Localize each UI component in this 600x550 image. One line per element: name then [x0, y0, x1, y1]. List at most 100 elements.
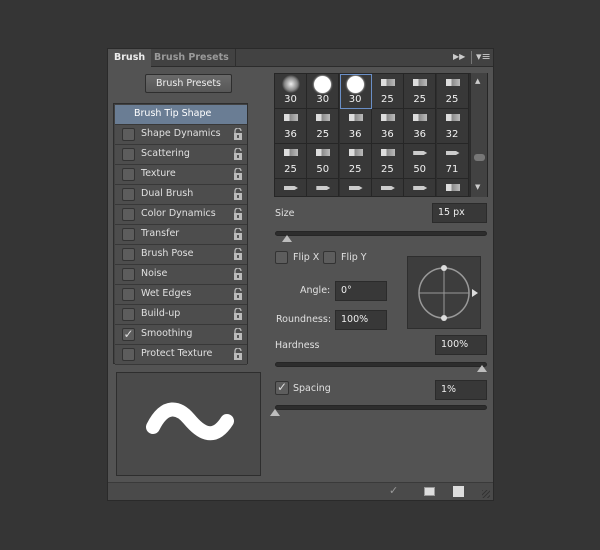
brush-tip-bristle[interactable]: 25 [404, 74, 437, 109]
option-dual-brush[interactable]: Dual Brush [115, 185, 247, 205]
brush-tip-bristle[interactable]: 25 [339, 144, 372, 179]
option-checkbox[interactable] [122, 128, 135, 141]
grid-scrollbar[interactable]: ▲ ▼ [470, 73, 487, 197]
brush-presets-button[interactable]: Brush Presets [145, 74, 232, 93]
panel-footer: ✓ [108, 482, 493, 500]
option-checkbox[interactable] [122, 248, 135, 261]
brush-size: 36 [348, 129, 362, 140]
spacing-checkbox[interactable]: ✓ [275, 381, 289, 395]
brush-tip-bristle[interactable]: 25 [275, 144, 307, 179]
spacing-slider[interactable] [275, 405, 487, 410]
option-smoothing[interactable]: ✓ Smoothing [115, 325, 247, 345]
brush-tip-soft-round[interactable]: 30 [275, 74, 307, 109]
brush-tip-pencil[interactable]: 50 [307, 179, 340, 196]
angle-roundness-widget[interactable] [407, 256, 481, 329]
lock-icon[interactable] [233, 268, 243, 280]
brush-tip-pencil[interactable]: 50 [404, 179, 437, 196]
brush-size: 30 [284, 94, 297, 105]
angle-input[interactable]: 0° [335, 281, 387, 301]
flip-y-checkbox[interactable] [323, 251, 336, 264]
option-scattering[interactable]: Scattering [115, 145, 247, 165]
angle-label: Angle: [300, 285, 331, 296]
brush-tip-bristle[interactable]: 25 [436, 74, 469, 109]
option-wet-edges[interactable]: Wet Edges [115, 285, 247, 305]
option-shape-dynamics[interactable]: Shape Dynamics [115, 125, 247, 145]
size-slider-thumb[interactable] [282, 235, 293, 242]
brush-tip-pencil[interactable]: 50 [404, 144, 437, 179]
brush-tip-bristle[interactable]: 25 [371, 144, 404, 179]
lock-icon[interactable] [233, 148, 243, 160]
lock-icon[interactable] [233, 248, 243, 260]
brush-size: 32 [445, 129, 459, 140]
new-brush-icon[interactable] [453, 486, 464, 497]
option-build-up[interactable]: Build-up [115, 305, 247, 325]
scroll-down-icon[interactable]: ▼ [475, 183, 480, 191]
brush-tip-bristle[interactable]: 36 [404, 109, 437, 144]
option-checkbox[interactable] [122, 348, 135, 361]
option-texture[interactable]: Texture [115, 165, 247, 185]
stroke-preview-curve [146, 402, 234, 441]
option-checkbox[interactable] [122, 188, 135, 201]
brush-tip-pencil[interactable]: 50 [339, 179, 372, 196]
option-protect-texture[interactable]: Protect Texture [115, 345, 247, 365]
brush-grid-icon[interactable] [424, 487, 435, 496]
brush-tip-bristle[interactable]: 50 [307, 144, 340, 179]
option-noise[interactable]: Noise [115, 265, 247, 285]
brush-tip-pencil[interactable]: 25 [275, 179, 307, 196]
collapse-arrows-icon[interactable]: ▶▶ [453, 52, 465, 61]
hardness-input[interactable]: 100% [435, 335, 487, 355]
tab-brush[interactable]: Brush [108, 49, 152, 67]
scroll-up-icon[interactable]: ▲ [475, 77, 480, 85]
lock-icon[interactable] [233, 328, 243, 340]
option-transfer[interactable]: Transfer [115, 225, 247, 245]
lock-icon[interactable] [233, 128, 243, 140]
spacing-input[interactable]: 1% [435, 380, 487, 400]
brush-tip-bristle[interactable]: 36 [436, 179, 469, 196]
lock-icon[interactable] [233, 168, 243, 180]
lock-icon[interactable] [233, 228, 243, 240]
lock-icon[interactable] [233, 348, 243, 360]
flip-x-checkbox[interactable] [275, 251, 288, 264]
panel-menu-icon[interactable]: ▾≡ [476, 50, 491, 63]
lock-icon[interactable] [233, 208, 243, 220]
brush-tip-hard-round[interactable]: 30 [339, 74, 372, 109]
size-input[interactable]: 15 px [432, 203, 487, 223]
brush-tip-fan[interactable]: 25 [307, 109, 340, 144]
tab-brush-presets[interactable]: Brush Presets [148, 49, 236, 67]
option-checkbox[interactable] [122, 288, 135, 301]
option-brush-pose[interactable]: Brush Pose [115, 245, 247, 265]
option-checkbox[interactable] [122, 168, 135, 181]
resize-grip[interactable] [482, 490, 490, 498]
option-checkbox[interactable] [122, 228, 135, 241]
brush-size: 25 [284, 164, 297, 175]
brush-size: 36 [381, 129, 394, 140]
option-color-dynamics[interactable]: Color Dynamics [115, 205, 247, 225]
brush-tip-pencil[interactable]: 71 [436, 144, 469, 179]
scroll-thumb[interactable] [474, 154, 485, 161]
brush-tip-bristle[interactable]: 36 [275, 109, 307, 144]
option-checkbox[interactable] [122, 148, 135, 161]
option-checkbox[interactable] [122, 268, 135, 281]
option-checkbox[interactable] [122, 208, 135, 221]
size-slider[interactable] [275, 231, 487, 236]
brush-tip-pencil[interactable]: 50 [371, 179, 404, 196]
lock-icon[interactable] [233, 308, 243, 320]
lock-icon[interactable] [233, 288, 243, 300]
toggle-live-tip-icon[interactable]: ✓ [389, 484, 398, 497]
brush-size: 30 [316, 94, 330, 105]
brush-tip-bristle[interactable]: 36 [371, 109, 404, 144]
brush-tip-bristle[interactable]: 32 [436, 109, 469, 144]
option-brush-tip-shape[interactable]: Brush Tip Shape [115, 105, 247, 125]
option-checkbox[interactable] [122, 308, 135, 321]
spacing-slider-thumb[interactable] [270, 409, 280, 416]
option-checkbox[interactable]: ✓ [122, 328, 135, 341]
brush-tip-hard-round[interactable]: 30 [307, 74, 340, 109]
brush-tip-bristle[interactable]: 36 [339, 109, 372, 144]
hardness-slider-thumb[interactable] [477, 365, 487, 372]
lock-icon[interactable] [233, 188, 243, 200]
roundness-input[interactable]: 100% [335, 310, 387, 330]
brush-tip-bristle[interactable]: 25 [371, 74, 404, 109]
option-label: Brush Tip Shape [134, 108, 212, 119]
brush-panel: Brush Brush Presets ▶▶ ▾≡ Brush Presets … [107, 48, 494, 501]
hardness-slider[interactable] [275, 362, 487, 367]
